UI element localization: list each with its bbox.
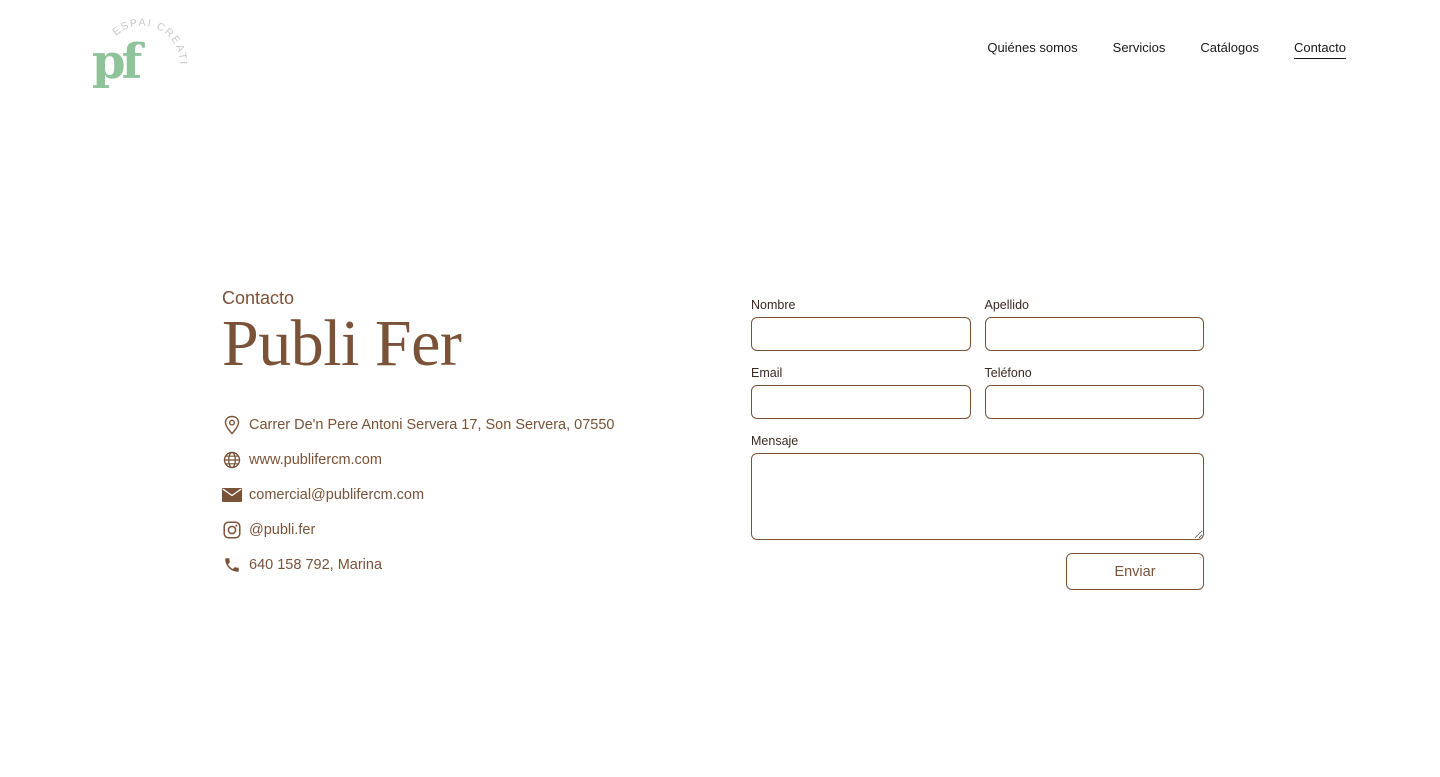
last-name-input[interactable] [984, 317, 1204, 351]
email-item[interactable]: comercial@publifercm.com [222, 477, 614, 512]
pf-logo-icon: ESPAI CREATIU pf [92, 10, 187, 90]
phone-label: Teléfono [984, 366, 1032, 380]
instagram-item[interactable]: @publi.fer [222, 512, 614, 547]
nav-item-catalogos[interactable]: Catálogos [1200, 40, 1259, 59]
website-item[interactable]: www.publifercm.com [222, 442, 614, 477]
email-label: Email [751, 366, 783, 380]
phone-icon [222, 555, 242, 575]
svg-text:pf: pf [92, 34, 146, 90]
phone-field: Teléfono [984, 365, 1204, 419]
location-pin-icon [222, 415, 242, 435]
last-name-label: Apellido [984, 298, 1029, 312]
first-name-field: Nombre [751, 297, 971, 351]
globe-icon [222, 450, 242, 470]
contact-page: ESPAI CREATIU pf Quiénes somos Servicios… [0, 0, 1440, 777]
address-text: Carrer De'n Pere Antoni Servera 17, Son … [249, 416, 615, 433]
contact-row: Email Teléfono [751, 365, 1204, 419]
phone-input[interactable] [984, 385, 1204, 419]
nav-item-contacto[interactable]: Contacto [1293, 40, 1346, 59]
contact-details-list: Carrer De'n Pere Antoni Servera 17, Son … [222, 407, 614, 582]
nav-item-servicios[interactable]: Servicios [1113, 40, 1166, 59]
instagram-handle[interactable]: @publi.fer [249, 522, 315, 538]
last-name-field: Apellido [984, 297, 1204, 351]
contact-info: Contacto Publi Fer Carrer De'n Pere Anto… [222, 287, 614, 582]
submit-button[interactable]: Enviar [1066, 553, 1204, 590]
email-field: Email [751, 365, 971, 419]
message-label: Mensaje [751, 434, 799, 448]
name-row: Nombre Apellido [751, 297, 1204, 351]
submit-wrap: Enviar [751, 553, 1204, 590]
message-field: Mensaje [751, 433, 1204, 540]
envelope-icon [222, 485, 242, 505]
contact-form: Nombre Apellido Email Teléfono Mensaje E… [751, 297, 1204, 590]
instagram-icon [222, 520, 242, 540]
message-textarea[interactable] [751, 453, 1204, 540]
brand-logo[interactable]: ESPAI CREATIU pf [92, 10, 192, 90]
page-title: Publi Fer [222, 307, 462, 380]
email-link[interactable]: comercial@publifercm.com [249, 487, 424, 503]
section-eyebrow: Contacto [222, 288, 295, 308]
message-row: Mensaje [751, 433, 1204, 540]
main-nav: Quiénes somos Servicios Catálogos Contac… [987, 40, 1346, 59]
first-name-label: Nombre [751, 298, 796, 312]
email-input[interactable] [751, 385, 971, 419]
nav-item-quienes-somos[interactable]: Quiénes somos [987, 40, 1077, 59]
phone-item[interactable]: 640 158 792, Marina [222, 547, 614, 582]
first-name-input[interactable] [751, 317, 971, 351]
phone-text[interactable]: 640 158 792, Marina [249, 557, 382, 573]
address-item: Carrer De'n Pere Antoni Servera 17, Son … [222, 407, 614, 442]
website-link[interactable]: www.publifercm.com [249, 452, 382, 468]
